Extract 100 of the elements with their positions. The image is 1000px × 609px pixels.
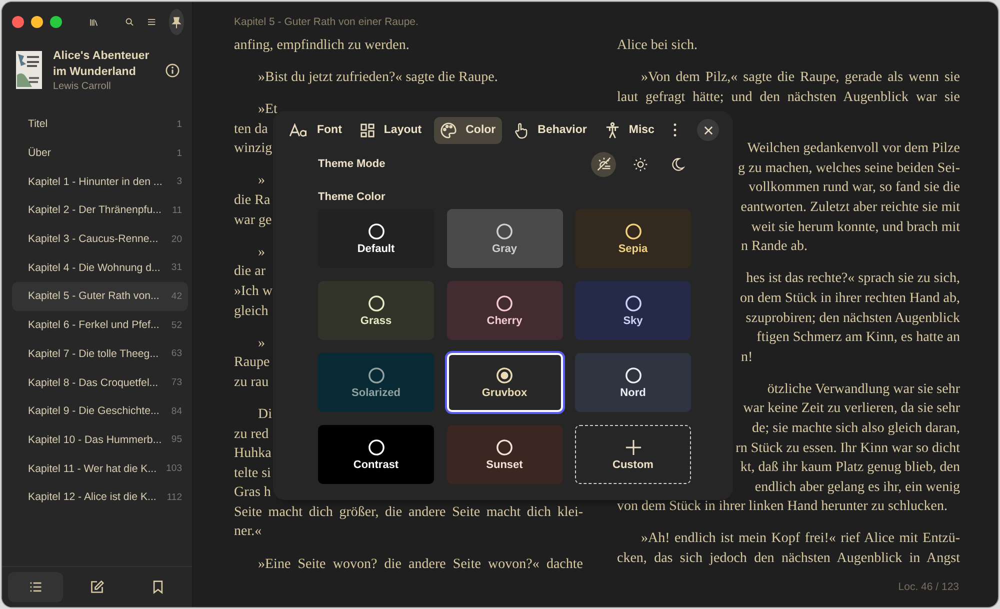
- book-title: Alice's Abenteuer im Wunderland: [53, 49, 150, 80]
- text-line: Gras h: [234, 484, 271, 502]
- text-line: szuprobiren; den nächsten Augenblick: [746, 310, 960, 328]
- toc-item[interactable]: Kapitel 6 - Ferkel und Pfef... 52: [12, 310, 188, 340]
- chapter-heading: Kapitel 5 - Guter Rath von einer Raupe.: [234, 16, 420, 30]
- chapter-title: Über: [28, 147, 52, 160]
- text-line: zu red: [234, 426, 269, 444]
- page-number: 20: [171, 234, 182, 245]
- toc-item[interactable]: Kapitel 10 - Das Hummerb... 95: [12, 426, 188, 454]
- toc-item[interactable]: Kapitel 1 - Hinunter in den ... 3: [12, 167, 188, 196]
- pin-button[interactable]: [169, 9, 184, 35]
- text-line: hes ist das rechte?« sprach sie zu sich,: [746, 270, 960, 288]
- settings-tab[interactable]: Behavior: [508, 116, 593, 144]
- theme-option[interactable]: Grass: [318, 281, 434, 340]
- chapter-title: Kapitel 4 - Die Wohnung d...: [28, 262, 162, 274]
- theme-option[interactable]: Sunset: [446, 425, 562, 484]
- bookmark-icon: [151, 580, 166, 594]
- minimize-window-button[interactable]: [31, 16, 43, 28]
- text-line: de; sie machte sich also gleich daran,: [752, 420, 960, 438]
- theme-option[interactable]: Gray: [446, 209, 562, 268]
- settings-tab[interactable]: Font: [283, 118, 348, 142]
- toc-item[interactable]: Kapitel 5 - Guter Rath von... 42: [12, 282, 188, 311]
- text-line: Weilchen gedankenvoll vor dem Pilze: [747, 140, 960, 158]
- settings-tab[interactable]: Color: [434, 116, 502, 144]
- toc-item[interactable]: Kapitel 4 - Die Wohnung d... 31: [12, 253, 188, 282]
- text-line: ner.«: [234, 523, 262, 542]
- text-line: »: [258, 334, 265, 353]
- theme-option[interactable]: Solarized: [318, 353, 434, 412]
- chapter-title: Kapitel 3 - Caucus-Renne...: [28, 233, 160, 246]
- text-line: zu rau: [234, 374, 269, 392]
- plus-icon: [624, 438, 642, 456]
- auto-mode-icon: [596, 156, 612, 172]
- page-number: 42: [171, 290, 182, 302]
- chapter-title: Kapitel 11 - Wer hat die K...: [28, 462, 158, 475]
- page-number: 73: [171, 377, 182, 388]
- toc-item[interactable]: Kapitel 11 - Wer hat die K... 103: [12, 454, 188, 483]
- text-line: vollkommen rund war, so fand sie die: [748, 179, 960, 198]
- toc-item[interactable]: Kapitel 2 - Der Thränenpfu... 11: [12, 196, 188, 225]
- toc-item[interactable]: Kapitel 7 - Die tolle Theeg... 63: [12, 340, 188, 368]
- close-window-button[interactable]: [12, 16, 24, 28]
- text-line: »Von dem Pilz,« sagte die Raupe, gerade als wenn sie: [641, 69, 960, 88]
- theme-option[interactable]: Sky: [575, 281, 691, 340]
- layout-icon: [360, 122, 375, 138]
- moon-icon: [670, 156, 685, 172]
- chapter-title: Kapitel 7 - Die tolle Theeg...: [28, 348, 160, 360]
- chapter-title: Kapitel 1 - Hinunter in den ...: [28, 176, 164, 188]
- toc-item[interactable]: Kapitel 8 - Das Croquetfel... 73: [12, 368, 188, 397]
- text-line: Seite macht dich größer, die andere Seite macht dich klei-: [234, 504, 583, 522]
- theme-option[interactable]: Nord: [575, 353, 691, 412]
- text-line: »Ich w: [234, 282, 272, 301]
- page-number: 84: [171, 406, 182, 417]
- text-line: war ge: [234, 212, 272, 230]
- auto-mode-button[interactable]: [591, 152, 616, 176]
- text-line: Alice bei sich.: [617, 37, 698, 55]
- theme-option[interactable]: Default: [318, 209, 434, 268]
- text-line: anfing, empfindlich zu werden.: [234, 37, 410, 55]
- text-line: on dem Stück in ihrer rechten Hand ab,: [740, 290, 960, 308]
- book-author: Lewis Carroll: [53, 81, 112, 92]
- page-number: 1: [176, 118, 182, 130]
- text-line: ten da: [234, 120, 268, 139]
- text-line: n!: [741, 348, 753, 367]
- toc-item[interactable]: Über 1: [12, 138, 188, 168]
- text-line: Di: [258, 406, 272, 424]
- text-line: ftigen Schmerz am Kinn, es hatte an: [756, 329, 960, 348]
- toc-item[interactable]: Titel 1: [12, 110, 188, 139]
- page-number: 11: [172, 204, 182, 216]
- accessibility-icon: [604, 122, 620, 138]
- text-line: »: [258, 244, 265, 262]
- zoom-window-button[interactable]: [50, 16, 62, 28]
- chapter-title: Kapitel 10 - Das Hummerb...: [28, 434, 163, 446]
- page-number: 95: [171, 434, 182, 446]
- toc-item[interactable]: Kapitel 9 - Die Geschichte... 84: [12, 396, 188, 426]
- chapter-title: Kapitel 8 - Das Croquetfel...: [28, 376, 160, 389]
- hand-pointer-icon: [514, 122, 529, 138]
- pin-icon: [170, 16, 184, 28]
- theme-option[interactable]: Sepia: [575, 209, 691, 268]
- toc-item[interactable]: Kapitel 3 - Caucus-Renne... 20: [12, 224, 188, 254]
- more-icon[interactable]: [673, 123, 677, 137]
- text-line: die ar: [234, 263, 266, 282]
- settings-tab[interactable]: Misc: [598, 116, 660, 144]
- text-line: »Et: [258, 101, 278, 120]
- chapter-title: Titel: [28, 118, 49, 130]
- palette-icon: [440, 122, 457, 138]
- text-line: laut gefragt hätte; und den nächsten Augenblick war sie: [617, 88, 960, 107]
- toc-item[interactable]: Kapitel 12 - Alice ist die K... 112: [12, 482, 188, 512]
- theme-color-label: Theme Color: [318, 191, 386, 203]
- text-line: rn Stück zu essen. Ihr Kinn war so dicht: [736, 440, 960, 458]
- font-icon: [289, 122, 308, 138]
- theme-option[interactable]: Contrast: [318, 425, 434, 484]
- settings-tab[interactable]: Layout: [354, 118, 428, 142]
- text-line: ötzliche Verwandlung war sie sehr: [767, 380, 960, 399]
- info-icon[interactable]: [165, 62, 180, 78]
- chapter-title: Kapitel 6 - Ferkel und Pfef...: [28, 319, 160, 332]
- contents-tab[interactable]: [8, 572, 64, 602]
- custom-theme-button[interactable]: Custom: [575, 425, 691, 484]
- theme-option[interactable]: Gruvbox: [446, 353, 562, 412]
- text-line: war keine Zeit zu verlieren, da sie sehr: [743, 400, 960, 418]
- edit-icon: [90, 580, 104, 594]
- close-button[interactable]: [697, 119, 719, 141]
- theme-option[interactable]: Cherry: [446, 281, 562, 340]
